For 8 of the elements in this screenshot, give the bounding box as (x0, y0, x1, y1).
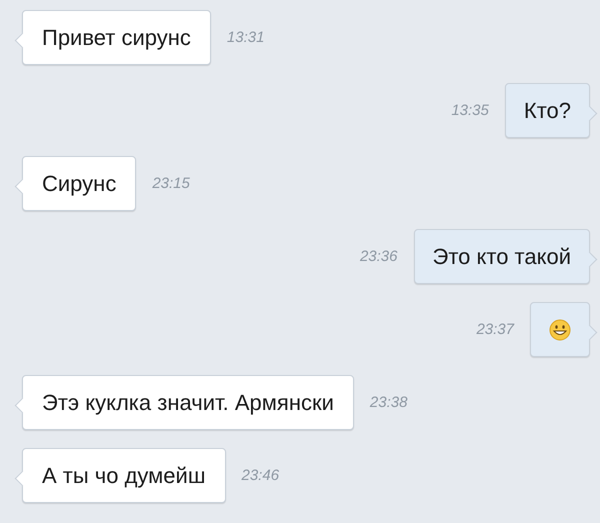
message-time: 23:38 (370, 394, 408, 411)
message-time: 23:46 (242, 467, 280, 484)
message-time: 23:37 (476, 321, 514, 338)
grinning-face-icon (549, 318, 571, 340)
message-time: 23:15 (152, 175, 190, 192)
message-time: 13:35 (451, 102, 489, 119)
message-time: 23:36 (360, 248, 398, 265)
message-time: 13:31 (226, 29, 264, 46)
